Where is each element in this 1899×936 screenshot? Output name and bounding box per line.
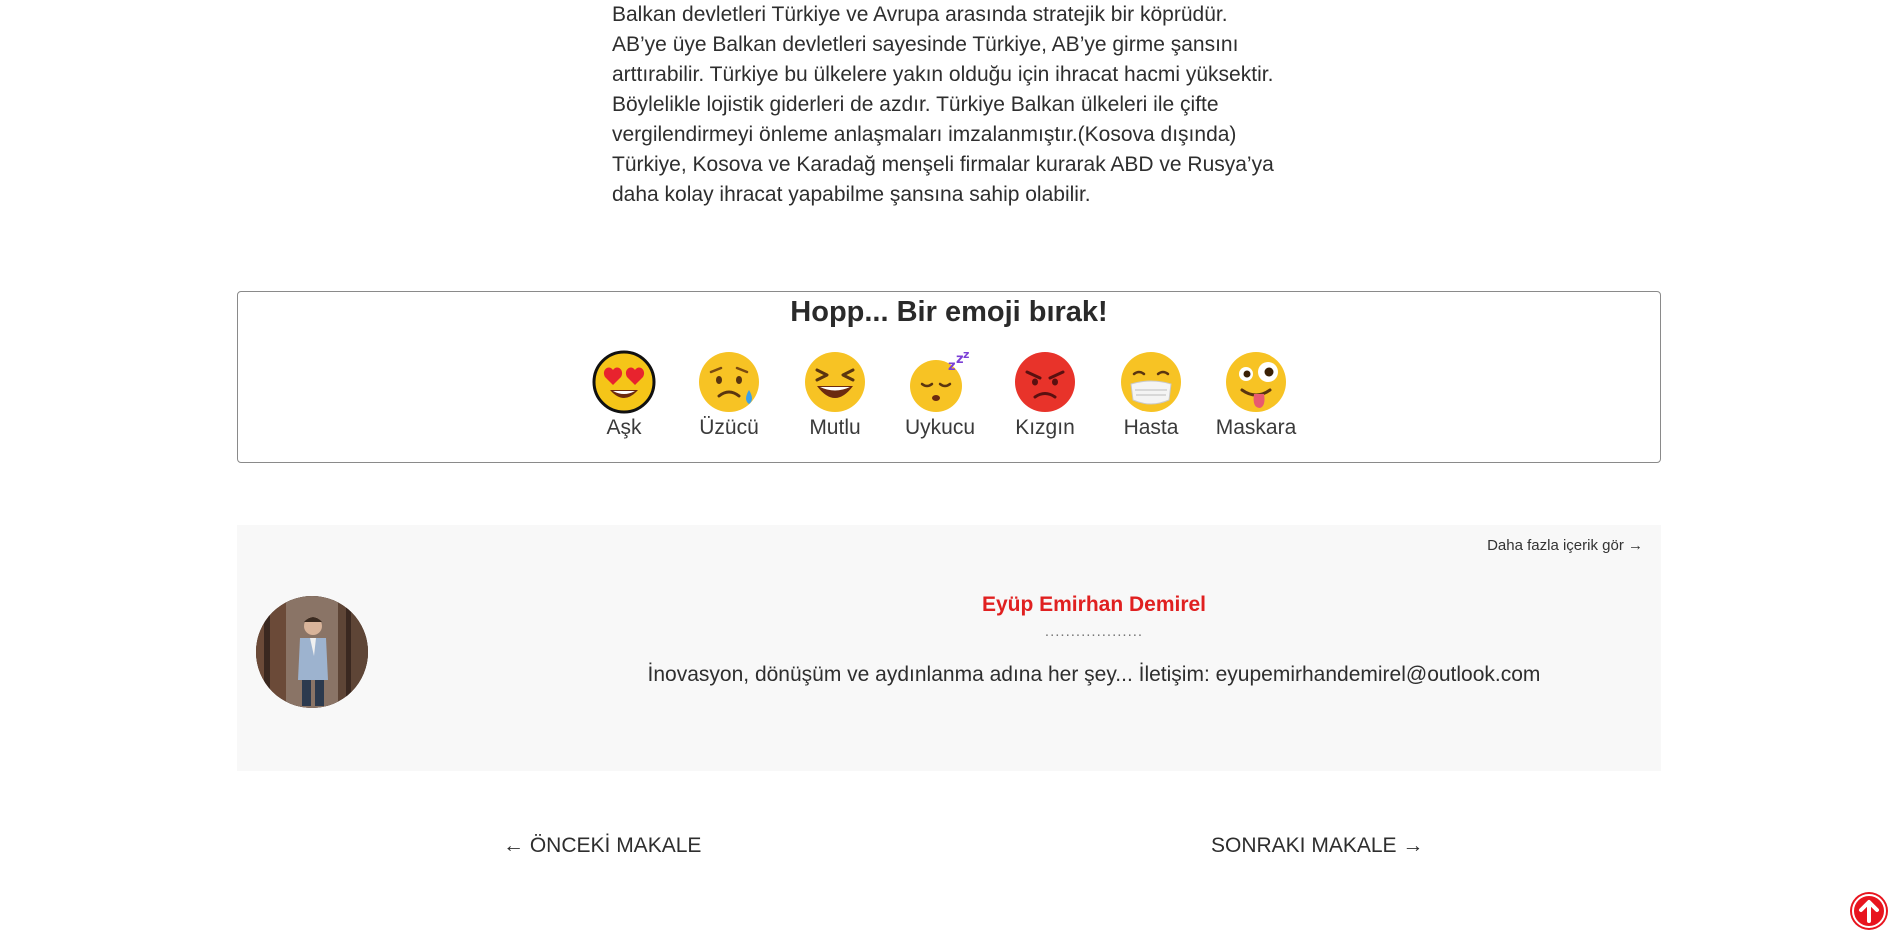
emoji-label: Hasta — [1123, 416, 1179, 439]
author-card: Daha fazla içerik gör → Eyüp Emirhan Dem… — [237, 525, 1661, 771]
next-article-label: SONRAKI MAKALE — [1211, 834, 1397, 857]
heart-eyes-emoji-icon — [592, 350, 656, 414]
author-divider: ................... — [1044, 623, 1144, 640]
previous-article-label: ÖNCEKİ MAKALE — [529, 834, 702, 857]
article-line: Böylelikle lojistik giderleri de azdır. … — [612, 93, 1219, 116]
author-photo — [256, 596, 368, 708]
emoji-label: Uykucu — [904, 416, 976, 439]
author-name[interactable]: Eyüp Emirhan Demirel — [527, 593, 1661, 617]
article-line: Türkiye, Kosova ve Karadağ menşeli firma… — [612, 153, 1274, 176]
emoji-reaction-uykucu[interactable]: z z z Uykucu — [890, 350, 990, 440]
more-content-link[interactable]: Daha fazla içerik gör → — [1487, 537, 1643, 554]
mask-emoji-icon — [1121, 352, 1181, 412]
emoji-label: Kızgın — [1015, 416, 1075, 439]
article-line: AB’ye üye Balkan devletleri sayesinde Tü… — [612, 33, 1239, 56]
next-article-link[interactable]: SONRAKI MAKALE → — [1211, 834, 1423, 858]
arrow-right-icon: → — [1628, 537, 1643, 554]
article-line: vergilendirmeyi önleme anlaşmaları imzal… — [612, 123, 1237, 146]
avatar[interactable] — [256, 596, 368, 708]
article-line: Balkan devletleri Türkiye ve Avrupa aras… — [612, 3, 1228, 26]
emoji-label: Üzücü — [699, 416, 759, 439]
emoji-label: Aşk — [606, 416, 642, 439]
emoji-reaction-ask[interactable]: Aşk — [574, 350, 674, 440]
sleeping-emoji-icon: z z z — [910, 350, 969, 412]
scroll-to-top-button[interactable] — [1849, 891, 1889, 931]
article-line: daha kolay ihracat yapabilme şansına sah… — [612, 183, 1091, 206]
emoji-reaction-hasta[interactable]: Hasta — [1101, 350, 1201, 440]
emoji-reaction-panel: Hopp... Bir emoji bırak! Aşk Üzücü Mutlu… — [237, 291, 1661, 463]
svg-text:z: z — [948, 359, 956, 374]
emoji-reaction-kizgin[interactable]: Kızgın — [995, 350, 1095, 440]
more-content-label: Daha fazla içerik gör — [1487, 537, 1624, 554]
svg-text:z: z — [963, 350, 969, 361]
laughing-emoji-icon — [805, 352, 865, 412]
article-line: arttırabilir. Türkiye bu ülkelere yakın … — [612, 63, 1274, 86]
emoji-label: Mutlu — [809, 416, 861, 439]
zany-emoji-icon — [1226, 352, 1286, 412]
emoji-reaction-uzucu[interactable]: Üzücü — [679, 350, 779, 440]
arrow-left-icon: ← — [503, 834, 524, 857]
author-bio: İnovasyon, dönüşüm ve aydınlanma adına h… — [647, 663, 1541, 686]
emoji-label: Maskara — [1215, 416, 1297, 439]
previous-article-link[interactable]: ← ÖNCEKİ MAKALE — [503, 834, 701, 858]
article-body: Balkan devletleri Türkiye ve Avrupa aras… — [612, 0, 1332, 210]
angry-emoji-icon — [1015, 352, 1075, 412]
arrow-up-circle-icon — [1850, 892, 1888, 930]
arrow-right-icon: → — [1402, 834, 1424, 857]
emoji-panel-title: Hopp... Bir emoji bırak! — [790, 296, 1108, 328]
emoji-reaction-mutlu[interactable]: Mutlu — [785, 350, 885, 440]
sad-sweat-emoji-icon — [699, 352, 759, 412]
emoji-reaction-maskara[interactable]: Maskara — [1206, 350, 1306, 440]
